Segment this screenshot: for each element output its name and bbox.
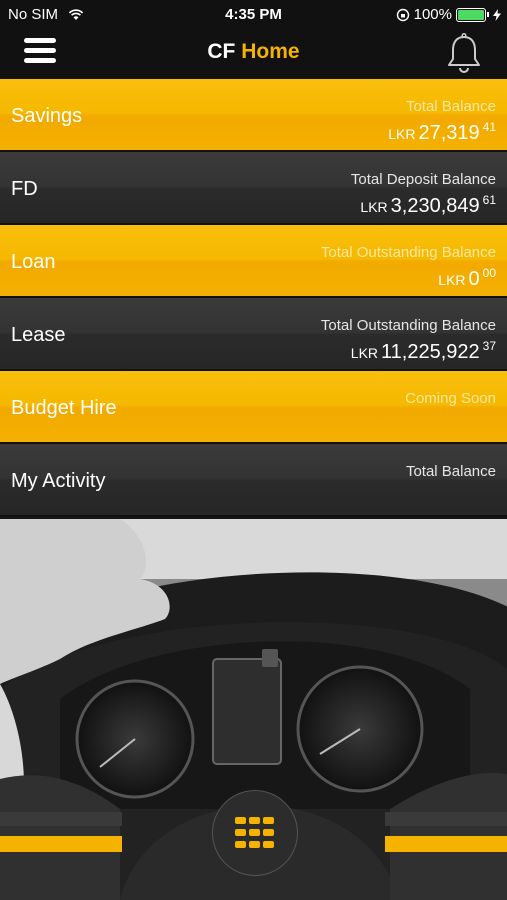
bell-icon[interactable]	[443, 32, 485, 76]
charging-icon	[493, 8, 501, 21]
row-title: Loan	[11, 251, 56, 273]
account-list: Savings Total Balance LKR 27,319 41 FD Tot…	[0, 79, 507, 517]
battery-tip	[487, 12, 489, 17]
currency-label: LKR	[438, 272, 466, 288]
right-accent-bar-dark	[385, 812, 507, 826]
fd-row[interactable]: FD Total Deposit Balance LKR 3,230,849 61	[0, 152, 507, 225]
lease-row[interactable]: Lease Total Outstanding Balance LKR 11,22…	[0, 298, 507, 371]
amount-value: 0	[468, 268, 480, 290]
amount-value: 11,225,922	[381, 341, 480, 363]
row-status-label: Coming Soon	[405, 390, 496, 407]
savings-row[interactable]: Savings Total Balance LKR 27,319 41	[0, 79, 507, 152]
currency-label: LKR	[360, 199, 388, 215]
amount-decimal: 41	[482, 120, 496, 134]
nav-bar: CF Home	[0, 30, 507, 78]
amount-decimal: 00	[482, 266, 496, 280]
row-title: Budget Hire	[11, 397, 117, 419]
amount-value: 27,319	[418, 122, 480, 144]
amount-value: 3,230,849	[390, 195, 480, 217]
rotation-lock-icon	[396, 8, 409, 21]
row-title: Lease	[11, 324, 66, 346]
page-title-prefix: CF	[207, 40, 236, 63]
amount-decimal: 37	[482, 339, 496, 353]
currency-label: LKR	[350, 345, 379, 361]
row-balance-label: Total Balance	[405, 463, 496, 480]
row-title: FD	[11, 178, 38, 200]
left-accent-bar-yellow	[0, 836, 122, 852]
row-balance-amount: LKR 0 00	[438, 266, 496, 291]
right-accent-bar-yellow	[385, 836, 507, 852]
row-balance-amount: LKR 27,319 41	[388, 120, 496, 145]
grid-menu-icon	[235, 817, 274, 848]
page-title-main: Home	[241, 40, 300, 63]
my-activity-row[interactable]: My Activity Total Balance	[0, 444, 507, 517]
status-right: 100%	[396, 6, 501, 23]
row-title: Savings	[11, 105, 83, 127]
left-accent-bar-dark	[0, 812, 122, 826]
amount-decimal: 61	[482, 193, 496, 207]
row-balance-amount: LKR 3,230,849 61	[360, 193, 496, 218]
row-balance-label: Total Balance	[405, 98, 496, 115]
row-balance-amount: LKR 11,225,922 37	[351, 339, 496, 364]
grid-menu-button[interactable]	[212, 790, 298, 876]
row-balance-label: Total Outstanding Balance	[320, 317, 496, 334]
budget-hire-row[interactable]: Budget Hire Coming Soon	[0, 371, 507, 444]
row-balance-label: Total Deposit Balance	[350, 171, 496, 188]
row-title: My Activity	[11, 470, 106, 492]
battery-percent: 100%	[413, 6, 452, 23]
status-bar: No SIM 4:35 PM 100%	[0, 0, 507, 30]
loan-row[interactable]: Loan Total Outstanding Balance LKR 0 00	[0, 225, 507, 298]
currency-label: LKR	[388, 126, 416, 142]
row-balance-label: Total Outstanding Balance	[320, 244, 496, 261]
page-title: CF Home	[0, 40, 507, 64]
battery-icon	[456, 7, 486, 22]
